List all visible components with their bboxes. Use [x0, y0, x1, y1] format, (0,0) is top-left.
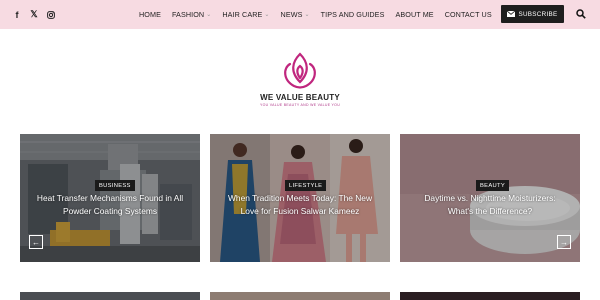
nav-label: ABOUT ME: [395, 10, 434, 19]
nav-home[interactable]: HOME: [139, 10, 161, 19]
article-title-line: When Tradition Meets Today: The New: [228, 193, 372, 203]
nav-label: TIPS AND GUIDES: [320, 10, 385, 19]
nav-label: HOME: [139, 10, 161, 19]
category-badge[interactable]: BUSINESS: [95, 180, 135, 191]
site-logo[interactable]: WE VALUE BEAUTY YOU VALUE BEAUTY AND WE …: [250, 50, 350, 110]
slider-prev-button[interactable]: ←: [29, 235, 43, 249]
article-card-business[interactable]: BUSINESS Heat Transfer Mechanisms Found …: [20, 134, 200, 262]
article-title[interactable]: Heat Transfer Mechanisms Found in All Po…: [28, 192, 192, 218]
article-card-partial[interactable]: [210, 292, 390, 300]
article-title-line: Daytime vs. Nighttime Moisturizers:: [424, 193, 556, 203]
nav-fashion[interactable]: FASHION ⌄: [172, 10, 211, 19]
chevron-down-icon: ⌄: [264, 12, 270, 18]
logo-tagline: YOU VALUE BEAUTY AND WE VALUE YOU: [259, 103, 341, 107]
nav-label: CONTACT US: [444, 10, 492, 19]
article-title-line: Heat Transfer Mechanisms Found in All: [36, 193, 184, 203]
social-links: f 𝕏: [11, 0, 57, 29]
subscribe-button[interactable]: SUBSCRIBE: [501, 5, 564, 23]
chevron-down-icon: ⌄: [206, 12, 212, 18]
top-bar: f 𝕏 HOME FASHION ⌄ HAIR CARE ⌄ NEWS ⌄ TIPS …: [0, 0, 600, 29]
nav-label: NEWS: [280, 10, 303, 19]
nav-about-me[interactable]: ABOUT ME: [395, 10, 433, 19]
arrow-left-icon: ←: [32, 237, 40, 247]
article-title-line: Powder Coating Systems: [62, 206, 158, 216]
nav-tips-and-guides[interactable]: TIPS AND GUIDES: [321, 10, 385, 19]
search-icon[interactable]: [576, 9, 586, 19]
arrow-right-icon: →: [560, 237, 568, 247]
facebook-icon[interactable]: f: [11, 9, 23, 21]
article-title-line: What's the Difference?: [447, 206, 533, 216]
subscribe-label: SUBSCRIBE: [518, 10, 558, 18]
instagram-icon[interactable]: [45, 9, 57, 21]
nav-news[interactable]: NEWS ⌄: [281, 10, 310, 19]
article-card-partial[interactable]: [20, 292, 200, 300]
nav-label: FASHION: [171, 10, 205, 19]
category-badge[interactable]: BEAUTY: [476, 180, 509, 191]
envelope-icon: [507, 11, 516, 17]
slider-next-button[interactable]: →: [557, 235, 571, 249]
nav-contact-us[interactable]: CONTACT US: [445, 10, 492, 19]
logo-name: WE VALUE BEAUTY: [260, 93, 340, 102]
article-card-lifestyle[interactable]: LIFESTYLE When Tradition Meets Today: Th…: [210, 134, 390, 262]
nav-label: HAIR CARE: [222, 10, 263, 19]
lotus-logo-icon: [284, 52, 316, 89]
article-title-line: Love for Fusion Salwar Kameez: [240, 206, 360, 216]
x-icon[interactable]: 𝕏: [28, 9, 40, 21]
article-title[interactable]: When Tradition Meets Today: The New Love…: [218, 192, 382, 218]
main-navigation: HOME FASHION ⌄ HAIR CARE ⌄ NEWS ⌄ TIPS AND …: [139, 0, 503, 29]
category-badge[interactable]: LIFESTYLE: [285, 180, 327, 191]
article-card-partial[interactable]: [400, 292, 580, 300]
nav-hair-care[interactable]: HAIR CARE ⌄: [222, 10, 269, 19]
article-card-beauty[interactable]: BEAUTY Daytime vs. Nighttime Moisturizer…: [400, 134, 580, 262]
article-title[interactable]: Daytime vs. Nighttime Moisturizers: What…: [408, 192, 572, 218]
chevron-down-icon: ⌄: [304, 12, 310, 18]
